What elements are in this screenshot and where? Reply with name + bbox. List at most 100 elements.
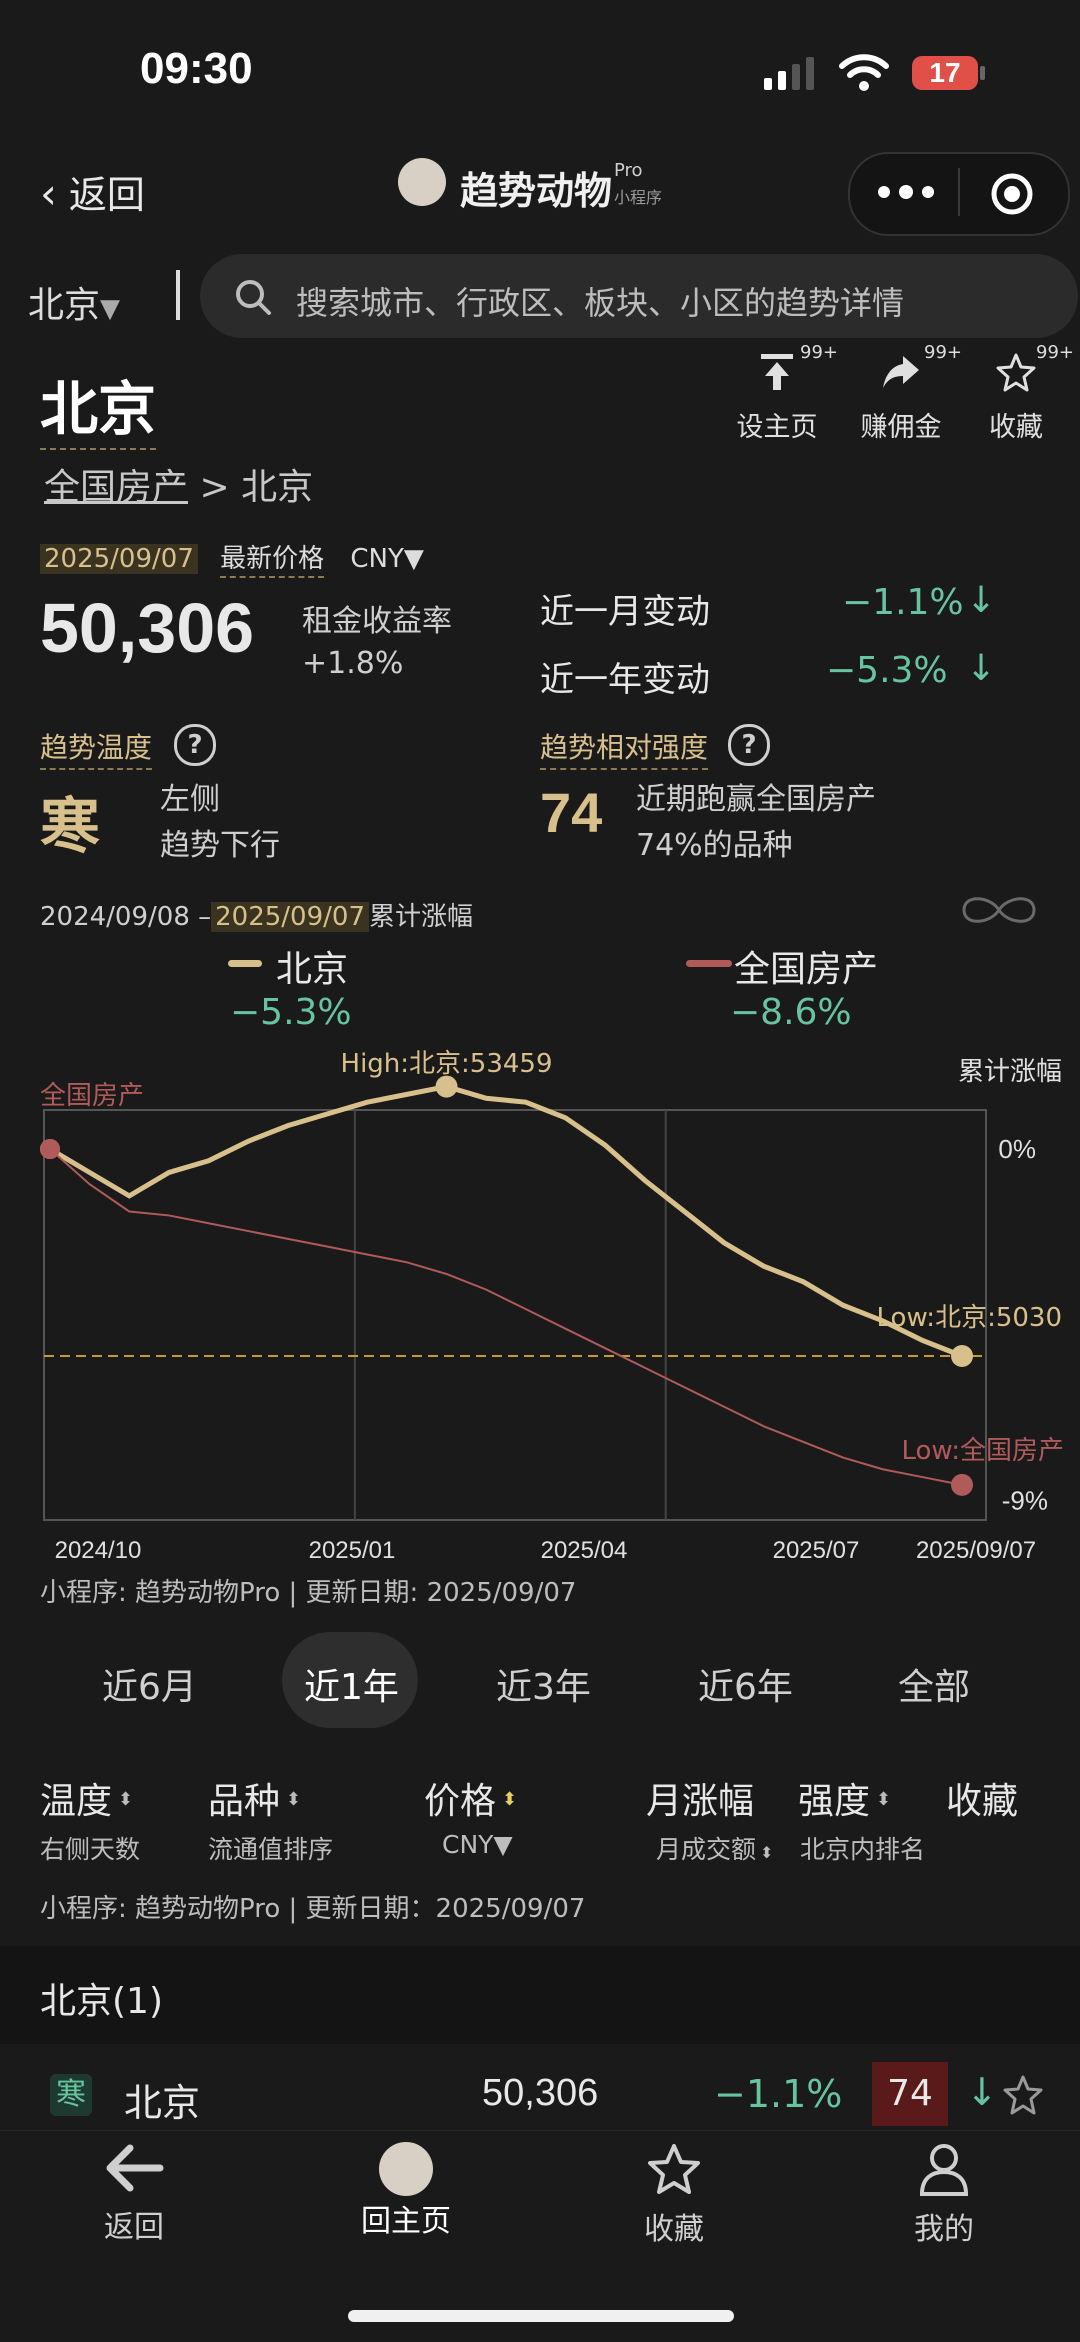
breadcrumb-root[interactable]: 全国房产 [44,467,188,508]
price-date: 2025/09/07 [40,544,198,574]
col-price-label: 价格 [424,1781,497,1822]
target-icon[interactable] [990,172,1034,216]
tab-6y[interactable]: 近6年 [698,1658,793,1710]
row-change: −1.1% [714,2072,843,2116]
favorite-count: 99+ [1036,342,1074,363]
app-title: 趋势动物 [460,169,613,213]
search-placeholder: 搜索城市、行政区、板块、小区的趋势详情 [296,284,905,322]
breadcrumb: 全国房产 > 北京 [44,458,313,510]
chart-range-suffix: 累计涨幅 [368,902,473,932]
tab-1y[interactable]: 近1年 [304,1658,399,1710]
app-logo-icon [379,2142,433,2196]
col-month-volume-label: 月成交额 [656,1835,757,1864]
series-end-point [951,1345,973,1367]
favorite-button[interactable]: 99+ 收藏 [976,342,1074,444]
col-strength-sub: 北京内排名 [800,1835,926,1864]
temperature-label: 趋势温度 [40,726,153,770]
battery-indicator: 17 [912,56,978,90]
down-arrow-icon: ↓ [966,580,997,621]
col-favorite[interactable]: 收藏 [946,1772,1018,1824]
down-arrow-icon: ↓ [966,2070,998,2114]
x-tick-label: 2025/09/07 [916,1537,1036,1564]
col-price[interactable]: 价格 ⬍ [424,1772,517,1824]
temperature-value: 寒 [40,792,100,862]
series-start-label: 全国房产 [40,1081,144,1111]
low-annotation-national: Low:全国房产 [901,1436,1064,1466]
high-annotation: High:北京:53459 [341,1049,553,1079]
col-temperature-sub: 右侧天数 [40,1835,141,1864]
legend-name: 全国房产 [734,949,879,990]
x-tick-label: 2024/10 [55,1537,142,1564]
month-change-label: 近一月变动 [540,592,710,632]
currency-selector[interactable]: CNY▼ [350,544,423,574]
temperature-badge: 寒 [50,2074,92,2116]
pin-top-icon [761,354,793,390]
set-home-button[interactable]: 99+ 设主页 [732,342,839,444]
col-month-change[interactable]: 月涨幅 [646,1772,754,1824]
chevron-left-icon: ‹ [40,169,57,218]
infinity-icon[interactable] [958,888,1040,932]
tab-6m[interactable]: 近6月 [102,1658,197,1710]
miniprogram-capsule [848,152,1070,236]
star-icon [996,353,1036,392]
star-icon[interactable] [1002,2074,1044,2116]
bottom-nav-home[interactable]: 回主页 [356,2142,456,2240]
sort-icon: ⬍ [876,1789,892,1810]
rent-yield-label: 租金收益率 [302,604,452,639]
bottom-nav-home-label: 回主页 [361,2204,451,2239]
col-variety[interactable]: 品种 ⬍ [208,1772,301,1824]
row-price: 50,306 [482,2072,599,2114]
sort-icon: ⬍ [286,1789,302,1810]
tab-all[interactable]: 全部 [898,1658,970,1710]
col-price-currency[interactable]: CNY▼ [442,1830,513,1859]
col-strength-label: 强度 [798,1781,871,1822]
home-indicator [348,2310,734,2322]
bottom-nav-profile[interactable]: 我的 [894,2142,994,2248]
col-strength[interactable]: 强度 ⬍ [798,1772,891,1824]
back-button[interactable]: ‹ 返回 [40,164,145,219]
col-temperature[interactable]: 温度 ⬍ [40,1772,133,1824]
bottom-nav-back[interactable]: 返回 [84,2142,184,2246]
app-logo-icon [398,158,446,206]
row-strength: 74 [872,2062,948,2126]
help-icon[interactable]: ? [728,724,770,766]
commission-button[interactable]: 99+ 赚佣金 [856,342,963,444]
more-dots-icon[interactable] [876,180,936,204]
x-tick-label: 2025/07 [773,1537,860,1564]
caret-down-icon: ▼ [100,294,121,324]
y-tick-label: 0% [998,1134,1036,1164]
col-month-volume[interactable]: 月成交额 ⬍ [656,1830,773,1866]
app-mini-badge: 小程序 [614,188,663,207]
table-row[interactable]: 寒 北京 50,306 −1.1% 74 ↓ [0,2046,1080,2130]
col-variety-label: 品种 [208,1781,281,1822]
trend-chart[interactable]: 2024/10 2025/01 2025/04 2025/07 2025/09/07 累计… [0,1040,1080,1580]
city-selector[interactable]: 北京▼ [28,276,120,328]
back-label: 返回 [68,173,145,217]
col-variety-sub: 流通值排序 [208,1835,334,1864]
tab-3y[interactable]: 近3年 [496,1658,591,1710]
help-icon[interactable]: ? [174,724,216,766]
temperature-line2: 趋势下行 [160,828,280,863]
x-tick-label: 2025/04 [541,1537,628,1564]
low-annotation-beijing: Low:北京:5030 [877,1303,1062,1333]
month-change-value: −1.1% [842,582,964,623]
set-home-count: 99+ [800,342,838,363]
divider [176,270,180,320]
price-meta: 2025/09/07 最新价格 CNY▼ [40,538,424,578]
year-change-value: −5.3% [826,650,948,691]
bottom-nav-back-label: 返回 [104,2210,164,2245]
bottom-nav-favorite[interactable]: 收藏 [624,2142,724,2248]
down-arrow-icon: ↓ [966,648,997,689]
legend-swatch [228,960,262,967]
capsule-divider [958,168,960,216]
strength-line2: 74%的品种 [636,828,793,863]
sort-icon: ⬍ [118,1789,134,1810]
series-end-point [951,1473,973,1496]
col-temperature-label: 温度 [40,1781,113,1822]
latest-price-label: 最新价格 [220,544,325,578]
table-footnote: 小程序: 趋势动物Pro | 更新日期：2025/09/07 [40,1894,586,1924]
page-title: 北京 [40,362,157,450]
favorite-label: 收藏 [989,412,1043,443]
sort-icon: ⬍ [760,1843,774,1862]
share-arrow-icon [883,356,919,388]
